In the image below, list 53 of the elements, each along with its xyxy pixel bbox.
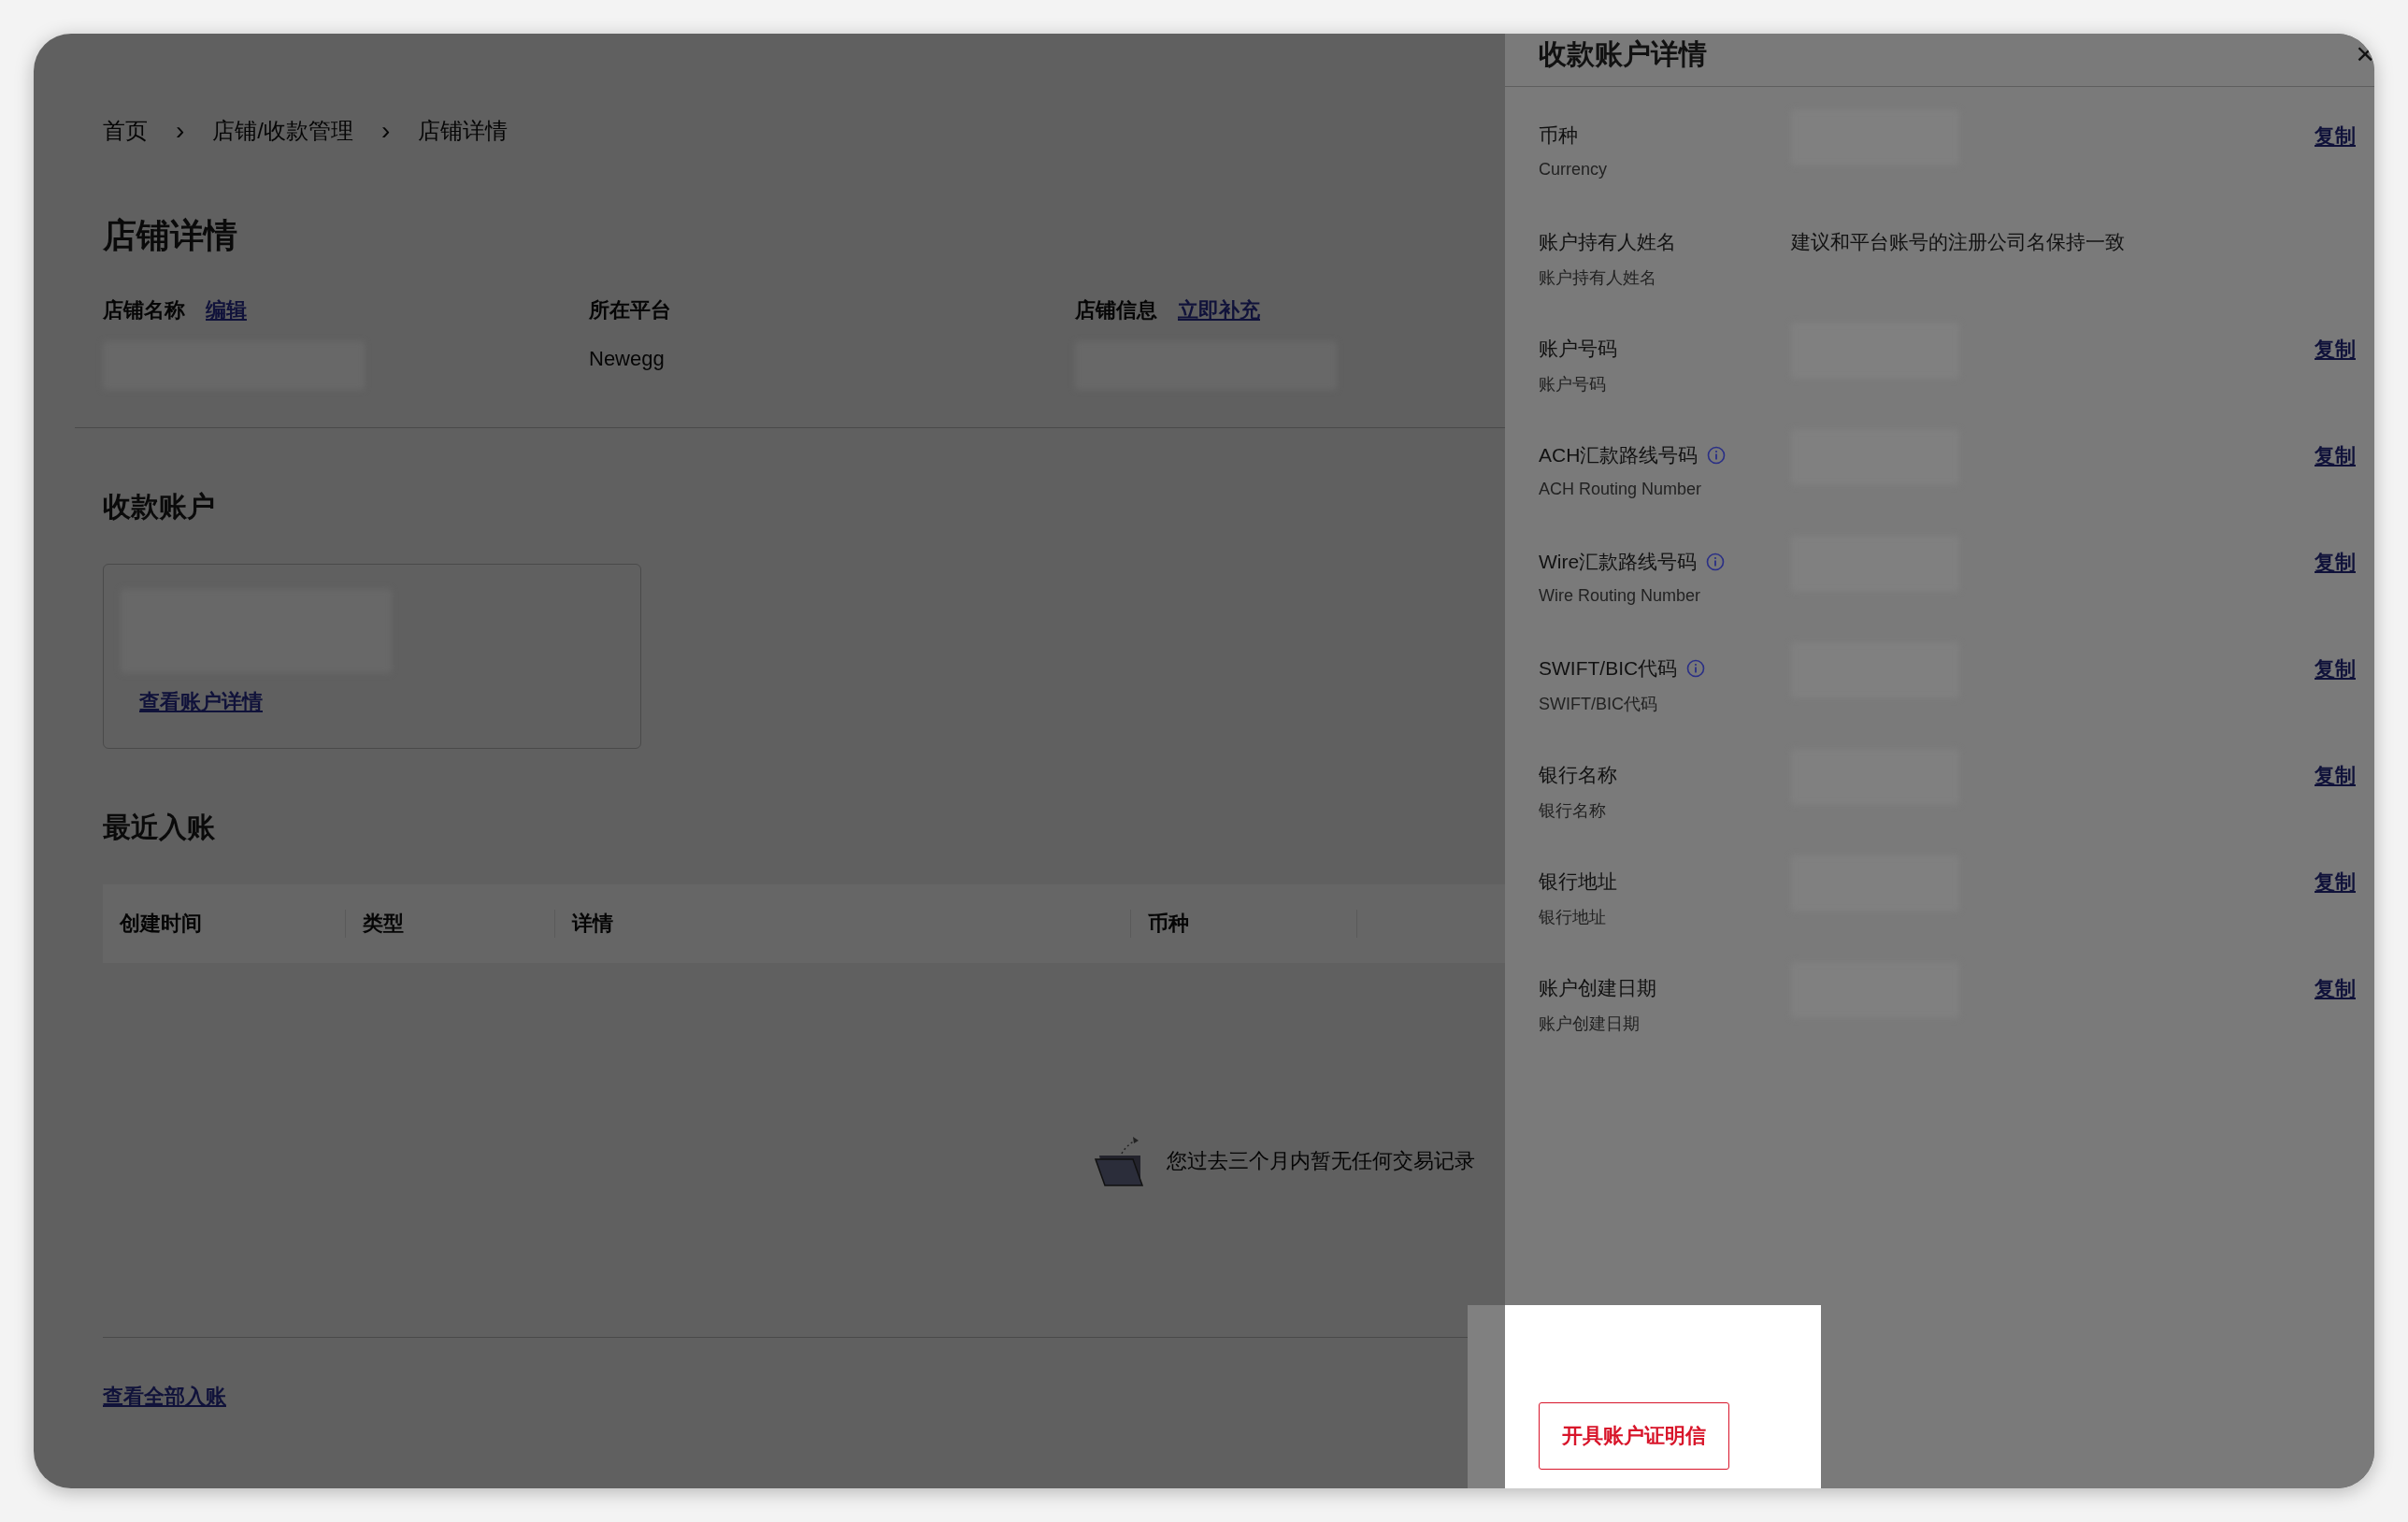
account-details-link[interactable]: 查看账户详情 xyxy=(139,688,263,716)
info-icon[interactable] xyxy=(1707,446,1727,465)
info-icon[interactable] xyxy=(1686,659,1706,678)
copy-link[interactable]: 复制 xyxy=(2315,336,2356,364)
column-header: 币种 xyxy=(1131,910,1357,938)
certificate-button[interactable]: 开具账户证明信 xyxy=(1539,1402,1729,1470)
field-sublabel: SWIFT/BIC代码 xyxy=(1539,694,1658,715)
field-label: 账户创建日期 xyxy=(1539,976,1656,1000)
chevron-icon: › xyxy=(381,116,391,146)
empty-state-text: 您过去三个月内暂无任何交易记录 xyxy=(1167,1148,1475,1174)
copy-link[interactable]: 复制 xyxy=(2315,442,2356,470)
field-label: Wire汇款路线号码 xyxy=(1539,550,1698,574)
field-sublabel: Wire Routing Number xyxy=(1539,586,1702,606)
field-label: 账户号码 xyxy=(1539,337,1617,361)
field-label: SWIFT/BIC代码 xyxy=(1539,656,1678,681)
copy-link[interactable]: 复制 xyxy=(2315,655,2356,683)
chevron-icon: › xyxy=(176,116,185,146)
section-title: 收款账户 xyxy=(103,490,215,524)
section-title: 最近入账 xyxy=(103,811,215,844)
field-sublabel: 银行地址 xyxy=(1539,907,1607,928)
field-sublabel: 账户持有人姓名 xyxy=(1539,267,1657,289)
field-label: 币种 xyxy=(1539,123,1578,148)
info-icon[interactable] xyxy=(1706,553,1726,571)
column-header: 详情 xyxy=(555,910,1131,938)
copy-link[interactable]: 复制 xyxy=(2315,975,2356,1003)
column-header: 创建时间 xyxy=(103,910,346,938)
field-sublabel: 账户号码 xyxy=(1539,374,1607,395)
field-label: 所在平台 xyxy=(589,297,671,323)
page-title: 店铺详情 xyxy=(103,215,237,256)
copy-link[interactable]: 复制 xyxy=(2315,122,2356,151)
field-label: 店铺信息 xyxy=(1075,297,1157,323)
field-value: Newegg xyxy=(589,346,666,371)
breadcrumb-link[interactable]: 首页 xyxy=(103,116,148,146)
drawer-title: 收款账户详情 xyxy=(1539,37,1707,71)
field-sublabel: 银行名称 xyxy=(1539,800,1607,822)
field-label: 店铺名称 xyxy=(103,297,185,323)
field-label: ACH汇款路线号码 xyxy=(1539,443,1698,467)
edit-link[interactable]: 立即补充 xyxy=(1178,296,1260,324)
copy-link[interactable]: 复制 xyxy=(2315,762,2356,790)
edit-link[interactable]: 编辑 xyxy=(206,296,247,324)
breadcrumb-link[interactable]: 店铺/收款管理 xyxy=(212,116,353,146)
copy-link[interactable]: 复制 xyxy=(2315,869,2356,897)
breadcrumb-link[interactable]: 店铺详情 xyxy=(418,116,509,146)
field-label: 银行地址 xyxy=(1539,869,1617,894)
copy-link[interactable]: 复制 xyxy=(2315,549,2356,577)
column-header: 类型 xyxy=(346,910,555,938)
field-label: 账户持有人姓名 xyxy=(1539,230,1676,254)
field-sublabel: 账户创建日期 xyxy=(1539,1013,1641,1035)
field-value: 建议和平台账号的注册公司名保持一致 xyxy=(1791,231,2125,252)
field-label: 银行名称 xyxy=(1539,763,1617,787)
field-sublabel: Currency xyxy=(1539,160,1609,179)
field-sublabel: ACH Routing Number xyxy=(1539,480,1703,499)
view-all-link[interactable]: 查看全部入账 xyxy=(103,1383,226,1411)
